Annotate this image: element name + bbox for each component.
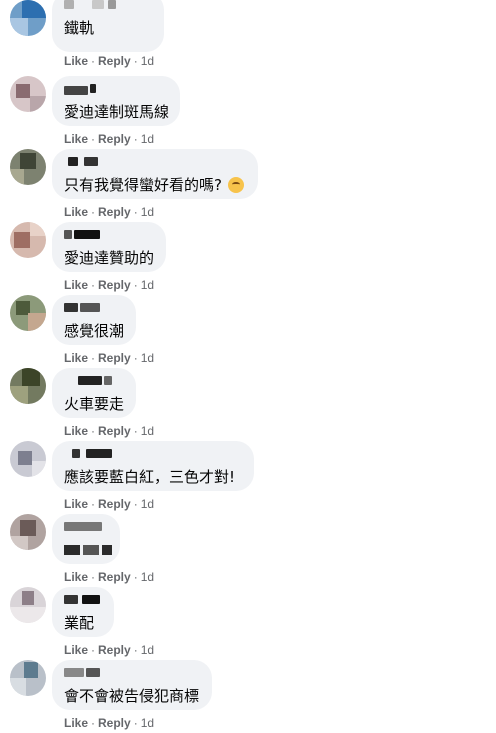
comment-text: 只有我覺得蠻好看的嗎? [64,175,246,195]
comment-bubble [52,514,120,564]
comment-timestamp[interactable]: 1d [141,497,154,511]
comment-text: 業配 [64,614,95,632]
commenter-name-redacted [64,0,152,14]
comment-bubble: 只有我覺得蠻好看的嗎? [52,149,258,199]
comment-bubble: 愛迪達贊助的 [52,222,166,272]
comment-text: 應該要藍白紅，三色才對! [64,468,236,486]
comment-bubble: 感覺很潮 [52,295,136,345]
reply-link[interactable]: Reply [98,205,131,219]
like-link[interactable]: Like [64,205,88,219]
comment-timestamp[interactable]: 1d [141,643,154,657]
like-link[interactable]: Like [64,716,88,730]
like-link[interactable]: Like [64,132,88,146]
comment-bubble: 鐵軌 [52,0,164,52]
like-link[interactable]: Like [64,570,88,584]
like-link[interactable]: Like [64,278,88,292]
comment-text: 愛迪達贊助的 [64,249,155,267]
avatar[interactable] [10,660,46,696]
comment-bubble: 火車要走 [52,368,136,418]
comment-actions: Like · Reply · 1d [64,351,155,365]
comment-item: 應該要藍白紅，三色才對! Like · Reply · 1d [0,441,496,514]
comment-timestamp[interactable]: 1d [141,424,154,438]
comment-text: 鐵軌 [64,19,95,37]
comment-actions: Like · Reply · 1d [64,497,155,511]
avatar[interactable] [10,441,46,477]
reply-link[interactable]: Reply [98,132,131,146]
comment-actions: Like · Reply · 1d [64,716,155,730]
comment-text-redacted [64,540,112,560]
reply-link[interactable]: Reply [98,497,131,511]
comment-item: 愛迪達制斑馬線 Like · Reply · 1d [0,76,496,149]
comment-item: 業配 Like · Reply · 1d [0,587,496,660]
comment-actions: Like · Reply · 1d [64,643,155,657]
comment-text: 火車要走 [64,395,125,413]
comment-item: 火車要走 Like · Reply · 1d [0,368,496,441]
reply-link[interactable]: Reply [98,54,131,68]
like-link[interactable]: Like [64,424,88,438]
comment-bubble: 愛迪達制斑馬線 [52,76,180,126]
commenter-name-redacted [64,303,124,317]
comment-timestamp[interactable]: 1d [141,132,154,146]
commenter-name-redacted [64,522,108,536]
avatar[interactable] [10,587,46,623]
comment-timestamp[interactable]: 1d [141,205,154,219]
reply-link[interactable]: Reply [98,643,131,657]
avatar[interactable] [10,514,46,550]
comment-timestamp[interactable]: 1d [141,278,154,292]
comment-actions: Like · Reply · 1d [64,54,155,68]
reply-link[interactable]: Reply [98,351,131,365]
avatar[interactable] [10,76,46,112]
avatar[interactable] [10,0,46,36]
like-link[interactable]: Like [64,643,88,657]
like-link[interactable]: Like [64,351,88,365]
comment-bubble: 會不會被告侵犯商標 [52,660,212,710]
comment-item: 只有我覺得蠻好看的嗎? Like · Reply · 1d [0,149,496,222]
commenter-name-redacted [64,157,246,171]
commenter-name-redacted [64,668,200,682]
comment-timestamp[interactable]: 1d [141,716,154,730]
comment-item: 感覺很潮 Like · Reply · 1d [0,295,496,368]
comment-item: Like · Reply · 1d [0,514,496,587]
reply-link[interactable]: Reply [98,570,131,584]
like-link[interactable]: Like [64,497,88,511]
comment-timestamp[interactable]: 1d [141,351,154,365]
avatar[interactable] [10,149,46,185]
comment-item: 會不會被告侵犯商標 Like · Reply · 1d [0,660,496,733]
comment-actions: Like · Reply · 1d [64,570,155,584]
like-link[interactable]: Like [64,54,88,68]
commenter-name-redacted [64,84,168,98]
comment-text: 感覺很潮 [64,322,125,340]
comment-text: 會不會被告侵犯商標 [64,687,200,705]
thinking-face-icon [227,177,244,193]
comment-text: 愛迪達制斑馬線 [64,103,170,121]
comment-bubble: 業配 [52,587,114,637]
comment-actions: Like · Reply · 1d [64,132,155,146]
comment-timestamp[interactable]: 1d [141,570,154,584]
commenter-name-redacted [64,376,124,390]
comment-item: 愛迪達贊助的 Like · Reply · 1d [0,222,496,295]
commenter-name-redacted [64,595,102,609]
commenter-name-redacted [64,449,242,463]
comment-item: 鐵軌 Like · Reply · 1d [0,0,496,68]
comment-actions: Like · Reply · 1d [64,424,155,438]
comment-actions: Like · Reply · 1d [64,205,155,219]
comment-timestamp[interactable]: 1d [141,54,154,68]
avatar[interactable] [10,295,46,331]
avatar[interactable] [10,368,46,404]
commenter-name-redacted [64,230,154,244]
reply-link[interactable]: Reply [98,424,131,438]
reply-link[interactable]: Reply [98,278,131,292]
comment-actions: Like · Reply · 1d [64,278,155,292]
reply-link[interactable]: Reply [98,716,131,730]
comment-bubble: 應該要藍白紅，三色才對! [52,441,254,491]
avatar[interactable] [10,222,46,258]
